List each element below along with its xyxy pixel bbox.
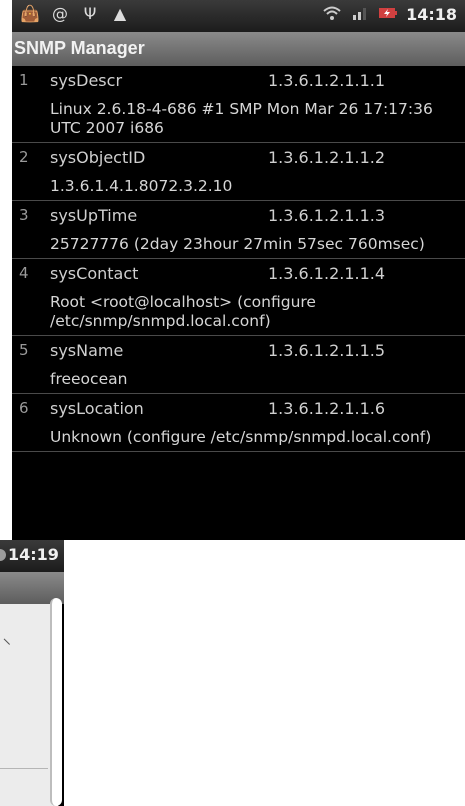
list-item[interactable]: 3 sysUpTime 1.3.6.1.2.1.1.3 25727776 (2d… [12,201,465,259]
second-status-bar: 14:19 [0,540,64,572]
row-oid: 1.3.6.1.2.1.1.3 [268,206,386,225]
second-status-time: 14:19 [8,545,59,564]
bag-icon: 👜 [20,4,40,23]
second-phone-screen: 14:19 [0,540,64,806]
row-index: 4 [19,264,29,282]
row-name: sysLocation [50,399,144,418]
snmp-list: 1 sysDescr 1.3.6.1.2.1.1.1 Linux 2.6.18-… [12,66,465,452]
row-oid: 1.3.6.1.2.1.1.2 [268,148,386,167]
row-name: sysContact [50,264,139,283]
warning-icon: ▲ [113,4,127,23]
row-index: 2 [19,148,29,166]
row-name: sysObjectID [50,148,146,167]
signal-icon [350,5,370,25]
row-oid: 1.3.6.1.2.1.1.1 [268,71,386,90]
battery-charging-icon [378,5,398,25]
row-oid: 1.3.6.1.2.1.1.4 [268,264,386,283]
wifi-icon [322,5,342,25]
list-item[interactable]: 2 sysObjectID 1.3.6.1.2.1.1.2 1.3.6.1.4.… [12,143,465,201]
row-name: sysUpTime [50,206,138,225]
list-item[interactable]: 5 sysName 1.3.6.1.2.1.1.5 freeocean [12,336,465,394]
battery-icon [0,549,6,561]
at-icon: @ [52,4,68,23]
list-item[interactable]: 1 sysDescr 1.3.6.1.2.1.1.1 Linux 2.6.18-… [12,66,465,143]
list-item[interactable]: 6 sysLocation 1.3.6.1.2.1.1.6 Unknown (c… [12,394,465,452]
row-oid: 1.3.6.1.2.1.1.6 [268,399,386,418]
usb-icon: Ψ [83,4,97,23]
status-time: 14:18 [406,5,457,24]
app-title: SNMP Manager [14,38,145,58]
title-bar: SNMP Manager [12,32,465,66]
row-oid: 1.3.6.1.2.1.1.5 [268,341,386,360]
row-index: 6 [19,399,29,417]
row-name: sysName [50,341,124,360]
status-bar: 👜 @ Ψ ▲ 14:18 [12,0,465,32]
scrollbar[interactable] [50,598,62,806]
row-index: 3 [19,206,29,224]
row-index: 5 [19,341,29,359]
row-name: sysDescr [50,71,123,90]
phone-screen: 👜 @ Ψ ▲ 14:18 SNMP Manager 1 sysDescr 1.… [12,0,465,540]
row-index: 1 [19,71,29,89]
divider [0,768,48,769]
list-item[interactable]: 4 sysContact 1.3.6.1.2.1.1.4 Root <root@… [12,259,465,336]
